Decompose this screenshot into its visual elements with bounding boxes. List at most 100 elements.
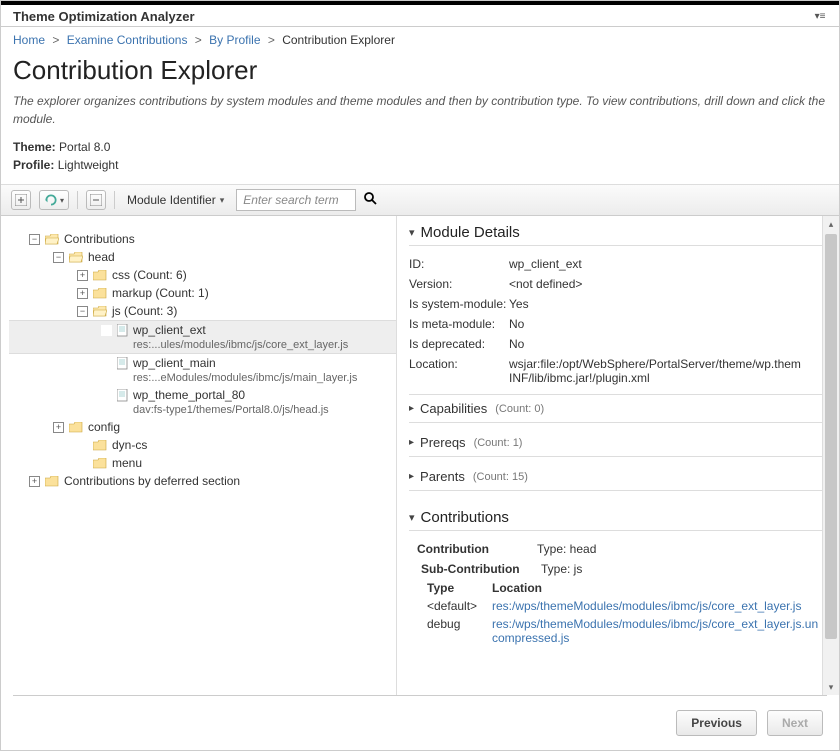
tree-label: wp_client_ext	[133, 323, 348, 337]
spacer	[77, 440, 88, 451]
expand-button[interactable]	[11, 190, 31, 210]
file-icon	[117, 324, 128, 337]
tree-label: js (Count: 3)	[112, 304, 177, 318]
metamod-value: No	[509, 317, 823, 331]
spacer	[101, 325, 112, 336]
row-location-link[interactable]: res:/wps/themeModules/modules/ibmc/js/co…	[492, 599, 823, 613]
tree-label: head	[88, 250, 115, 264]
breadcrumb-sep: >	[264, 33, 279, 47]
next-button[interactable]: Next	[767, 710, 823, 736]
breadcrumb-byprofile[interactable]: By Profile	[209, 33, 260, 47]
collapse-icon[interactable]: −	[29, 234, 40, 245]
tree-label: config	[88, 420, 120, 434]
toolbar: ▾ Module Identifier ▾	[1, 184, 839, 216]
chevron-right-icon: ▸	[409, 471, 414, 482]
location-value: wsjar:file:/opt/WebSphere/PortalServer/t…	[509, 357, 823, 385]
col-location: Location	[492, 581, 557, 595]
profile-value: Lightweight	[58, 158, 119, 172]
folder-icon	[93, 288, 107, 300]
file-icon	[117, 357, 128, 370]
spacer	[77, 458, 88, 469]
sysmod-label: Is system-module:	[409, 297, 509, 311]
refresh-button[interactable]: ▾	[39, 190, 69, 210]
chevron-right-icon: ▸	[409, 437, 414, 448]
tree-panel: − Contributions − head + css (Count: 6) …	[1, 216, 396, 695]
breadcrumb-examine[interactable]: Examine Contributions	[67, 33, 188, 47]
row-location-link[interactable]: res:/wps/themeModules/modules/ibmc/js/co…	[492, 617, 823, 645]
module-details-header[interactable]: ▾ Module Details	[409, 224, 823, 246]
tree-node-markup[interactable]: + markup (Count: 1)	[9, 284, 396, 302]
tree-label: menu	[112, 456, 142, 470]
breadcrumb-current: Contribution Explorer	[282, 33, 395, 47]
collapse-icon[interactable]: −	[53, 252, 64, 263]
parents-section[interactable]: ▸ Parents (Count: 15)	[409, 463, 823, 491]
chevron-down-icon: ▾	[409, 226, 415, 239]
sysmod-value: Yes	[509, 297, 823, 311]
folder-icon	[69, 422, 83, 434]
metamod-label: Is meta-module:	[409, 317, 509, 331]
app-title: Theme Optimization Analyzer	[13, 9, 195, 24]
chevron-right-icon: ▸	[409, 403, 414, 414]
id-value: wp_client_ext	[509, 257, 823, 271]
search-input[interactable]	[236, 189, 356, 211]
contributions-header[interactable]: ▾ Contributions	[409, 509, 823, 531]
prereqs-count: (Count: 1)	[474, 437, 523, 449]
tree-node-wp-theme-portal-80[interactable]: wp_theme_portal_80 dav:fs-type1/themes/P…	[9, 386, 396, 418]
folder-open-icon	[93, 306, 107, 318]
tree-node-contributions[interactable]: − Contributions	[9, 230, 396, 248]
id-label: ID:	[409, 257, 509, 271]
profile-label: Profile:	[13, 158, 54, 172]
chevron-down-icon: ▾	[220, 195, 225, 206]
expand-icon[interactable]: +	[29, 476, 40, 487]
capabilities-section[interactable]: ▸ Capabilities (Count: 0)	[409, 394, 823, 423]
tree-label: wp_theme_portal_80	[133, 388, 329, 402]
contrib-label: Contribution	[417, 542, 537, 556]
parents-count: (Count: 15)	[473, 471, 528, 483]
tree-node-config[interactable]: + config	[9, 418, 396, 436]
tree-node-deferred[interactable]: + Contributions by deferred section	[9, 472, 396, 490]
expand-icon[interactable]: +	[77, 288, 88, 299]
previous-button[interactable]: Previous	[676, 710, 757, 736]
tree-label: css (Count: 6)	[112, 268, 187, 282]
breadcrumb-sep: >	[48, 33, 63, 47]
prereqs-label: Prereqs	[420, 435, 466, 450]
tree-path: dav:fs-type1/themes/Portal8.0/js/head.js	[133, 404, 329, 416]
tree-node-head[interactable]: − head	[9, 248, 396, 266]
scrollbar[interactable]: ▴ ▾	[822, 216, 839, 695]
tree-node-css[interactable]: + css (Count: 6)	[9, 266, 396, 284]
collapse-icon[interactable]: −	[77, 306, 88, 317]
folder-open-icon	[45, 234, 59, 246]
expand-icon[interactable]: +	[77, 270, 88, 281]
panel-menu-icon[interactable]: ▾≡	[813, 13, 827, 21]
page-intro: The explorer organizes contributions by …	[1, 92, 839, 134]
folder-icon	[45, 476, 59, 488]
row-type: <default>	[427, 599, 492, 613]
prereqs-section[interactable]: ▸ Prereqs (Count: 1)	[409, 429, 823, 457]
collapse-button[interactable]	[86, 190, 106, 210]
tree-label: Contributions	[64, 232, 135, 246]
scroll-down-icon[interactable]: ▾	[823, 679, 839, 695]
tree-node-dyncs[interactable]: dyn-cs	[9, 436, 396, 454]
tree-node-js[interactable]: − js (Count: 3)	[9, 302, 396, 320]
tree-node-wp-client-main[interactable]: wp_client_main res:...eModules/modules/i…	[9, 354, 396, 386]
module-details-title: Module Details	[421, 224, 520, 241]
meta-block: Theme: Portal 8.0 Profile: Lightweight	[1, 134, 839, 184]
details-panel: ▾ Module Details ID:wp_client_ext Versio…	[396, 216, 839, 695]
tree-label: wp_client_main	[133, 356, 357, 370]
search-icon[interactable]	[364, 192, 377, 208]
subcontrib-label: Sub-Contribution	[421, 562, 541, 576]
scroll-up-icon[interactable]: ▴	[823, 216, 839, 232]
expand-icon[interactable]: +	[53, 422, 64, 433]
breadcrumb-sep: >	[191, 33, 206, 47]
breadcrumb-home[interactable]: Home	[13, 33, 45, 47]
tree-node-menu[interactable]: menu	[9, 454, 396, 472]
module-identifier-dropdown[interactable]: Module Identifier ▾	[123, 191, 228, 209]
folder-icon	[93, 440, 107, 452]
folder-open-icon	[69, 252, 83, 264]
tree-node-wp-client-ext[interactable]: wp_client_ext res:...ules/modules/ibmc/j…	[9, 320, 396, 354]
scrollbar-thumb[interactable]	[825, 234, 837, 639]
capabilities-count: (Count: 0)	[495, 403, 544, 415]
location-label: Location:	[409, 357, 509, 385]
deprecated-value: No	[509, 337, 823, 351]
subcontrib-type: Type: js	[541, 562, 823, 576]
